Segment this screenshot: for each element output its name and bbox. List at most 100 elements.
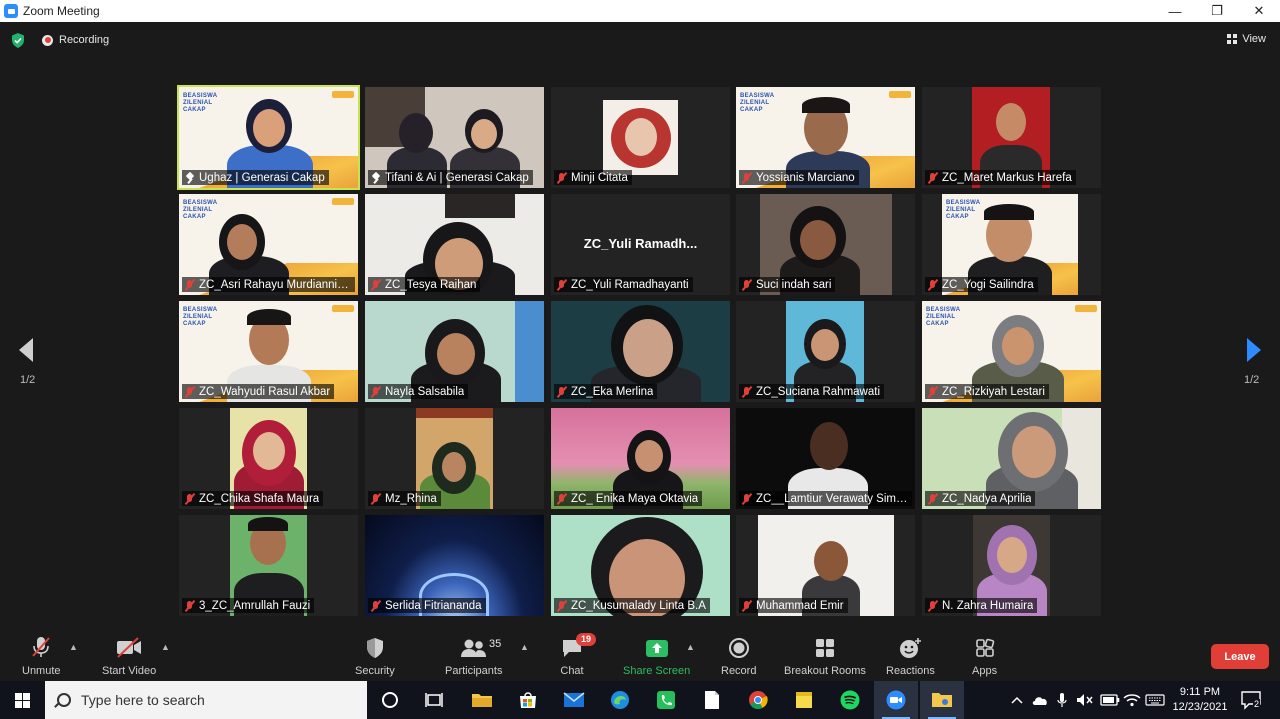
muted-mic-icon — [927, 386, 939, 398]
participant-tile[interactable]: ZC_Yuli Ramadh... ZC_Yuli Ramadhayanti — [551, 194, 730, 295]
taskbar-microsoft-store[interactable] — [506, 681, 550, 719]
encryption-shield-icon[interactable] — [11, 33, 25, 48]
store-bag-icon — [520, 692, 536, 708]
folder-icon — [472, 694, 492, 707]
security-button[interactable]: Security — [355, 635, 395, 677]
windows-taskbar: Type here to search 9:11 PM 12/23/2021 2 — [0, 681, 1280, 719]
participant-tile[interactable]: Nayla Salsabila — [365, 301, 544, 402]
participant-tile[interactable]: Tifani & Ai | Generasi Cakap — [365, 87, 544, 188]
cortana-button[interactable] — [368, 681, 412, 719]
muted-mic-icon — [927, 493, 939, 505]
share-options-caret-icon[interactable]: ▲ — [686, 642, 695, 652]
participant-tile[interactable]: 3_ZC_Amrullah Fauzi — [179, 515, 358, 616]
start-button[interactable] — [0, 681, 45, 719]
participants-label: Participants — [445, 665, 503, 677]
previous-page-arrow-icon[interactable] — [17, 336, 35, 364]
breakout-rooms-label: Breakout Rooms — [784, 665, 866, 677]
title-bar: Zoom Meeting — ❐ ✕ — [0, 0, 1280, 22]
notification-center-button[interactable]: 2 — [1240, 690, 1262, 710]
participant-tile[interactable]: BEASISWA ZILENIAL CAKAP ZC_Wahyudi Rasul A… — [179, 301, 358, 402]
restore-button[interactable]: ❐ — [1196, 0, 1238, 22]
participant-tile[interactable]: BEASISWA ZILENIAL CAKAP ZC_Asri Rahayu Mur… — [179, 194, 358, 295]
taskbar-mail[interactable] — [552, 681, 596, 719]
view-label: View — [1242, 33, 1266, 45]
participant-tile[interactable]: BEASISWA ZILENIAL CAKAP ZC_Yogi Sailindra — [922, 194, 1101, 295]
participant-tile[interactable]: ZC_Nadya Aprilia — [922, 408, 1101, 509]
minimize-button[interactable]: — — [1154, 0, 1196, 22]
participant-tile[interactable]: Minji Citata — [551, 87, 730, 188]
participant-tile[interactable]: ZC_Eka Merlina — [551, 301, 730, 402]
keyboard-icon — [1145, 694, 1165, 706]
unmute-button[interactable]: Unmute — [22, 635, 61, 677]
participant-tile[interactable]: BEASISWA ZILENIAL CAKAP ZC_Rizkiyah Lestar… — [922, 301, 1101, 402]
next-page-arrow-icon[interactable] — [1245, 336, 1263, 364]
participants-options-caret-icon[interactable]: ▲ — [520, 642, 529, 652]
keyboard-tray[interactable] — [1143, 681, 1167, 719]
muted-mic-icon — [556, 493, 568, 505]
video-options-caret-icon[interactable]: ▲ — [161, 642, 170, 652]
recording-label: Recording — [59, 34, 110, 46]
breakout-rooms-button[interactable]: Breakout Rooms — [784, 635, 866, 677]
participant-tile[interactable]: ZC__Lamtiur Verawaty Simbolon — [736, 408, 915, 509]
speaker-muted-icon — [1077, 694, 1093, 706]
taskbar-sticky-notes[interactable] — [782, 681, 826, 719]
recording-indicator[interactable]: Recording — [42, 34, 109, 46]
taskbar-spotify[interactable] — [828, 681, 872, 719]
reactions-button[interactable]: Reactions — [886, 635, 935, 677]
view-button[interactable]: View — [1227, 33, 1266, 45]
participant-tile[interactable]: N. Zahra Humaira — [922, 515, 1101, 616]
taskbar-zoom[interactable] — [874, 681, 918, 719]
name-label: Minji Citata — [554, 170, 632, 185]
participant-tile[interactable]: ZC_Maret Markus Harefa — [922, 87, 1101, 188]
show-hidden-icons-button[interactable] — [1008, 681, 1026, 719]
window-controls: — ❐ ✕ — [1154, 0, 1280, 22]
taskbar-document[interactable] — [690, 681, 734, 719]
muted-mic-icon — [556, 279, 568, 291]
task-view-button[interactable] — [412, 681, 456, 719]
participant-tile[interactable]: Muhammad Emir — [736, 515, 915, 616]
muted-mic-icon — [927, 279, 939, 291]
task-view-icon — [425, 693, 443, 707]
taskbar-whatsapp[interactable] — [644, 681, 688, 719]
muted-microphone-icon — [32, 637, 51, 657]
participant-tile[interactable]: BEASISWA ZILENIAL CAKAP Ughaz | Generasi C… — [177, 85, 360, 190]
taskbar-search-box[interactable]: Type here to search — [45, 681, 367, 719]
volume-tray[interactable] — [1075, 681, 1095, 719]
participants-count: 35 — [489, 638, 502, 650]
reactions-label: Reactions — [886, 665, 935, 677]
close-button[interactable]: ✕ — [1238, 0, 1280, 22]
taskbar-chrome[interactable] — [736, 681, 780, 719]
share-screen-button[interactable]: Share Screen — [623, 635, 690, 677]
start-video-button[interactable]: Start Video — [102, 635, 156, 677]
page-indicator-right: 1/2 — [1244, 374, 1260, 386]
battery-tray[interactable] — [1099, 681, 1121, 719]
participant-tile[interactable]: Suci indah sari — [736, 194, 915, 295]
muted-mic-icon — [741, 279, 753, 291]
wifi-tray[interactable] — [1121, 681, 1143, 719]
name-label: ZC_Rizkiyah Lestari — [925, 384, 1049, 399]
onedrive-tray[interactable] — [1029, 681, 1051, 719]
participant-tile[interactable]: Mz_Rhina — [365, 408, 544, 509]
participant-tile[interactable]: Serlida Fitriananda — [365, 515, 544, 616]
record-button[interactable]: Record — [721, 635, 756, 677]
muted-mic-icon — [184, 493, 196, 505]
name-label: Muhammad Emir — [739, 598, 848, 613]
participant-tile[interactable]: ZC_Tesya Raihan — [365, 194, 544, 295]
participant-tile[interactable]: BEASISWA ZILENIAL CAKAP Yossianis Marciano — [736, 87, 915, 188]
zoom-app-icon — [4, 4, 18, 18]
taskbar-file-explorer[interactable] — [460, 681, 504, 719]
participant-tile[interactable]: ZC_Suciana Rahmawati — [736, 301, 915, 402]
microphone-tray[interactable] — [1053, 681, 1071, 719]
audio-options-caret-icon[interactable]: ▲ — [69, 642, 78, 652]
security-shield-icon — [366, 638, 383, 658]
leave-button[interactable]: Leave — [1211, 644, 1269, 669]
participant-tile[interactable]: ZC_ Enika Maya Oktavia — [551, 408, 730, 509]
page-indicator-left: 1/2 — [20, 374, 36, 386]
participant-tile[interactable]: ZC_Chika Shafa Maura — [179, 408, 358, 509]
taskbar-edge[interactable] — [598, 681, 642, 719]
name-label: ZC_Yogi Sailindra — [925, 277, 1038, 292]
participant-tile[interactable]: ZC_Kusumalady Linta B.A — [551, 515, 730, 616]
taskbar-clock[interactable]: 9:11 PM 12/23/2021 — [1168, 685, 1232, 715]
apps-button[interactable]: Apps — [972, 635, 997, 677]
taskbar-file-manager[interactable] — [920, 681, 964, 719]
